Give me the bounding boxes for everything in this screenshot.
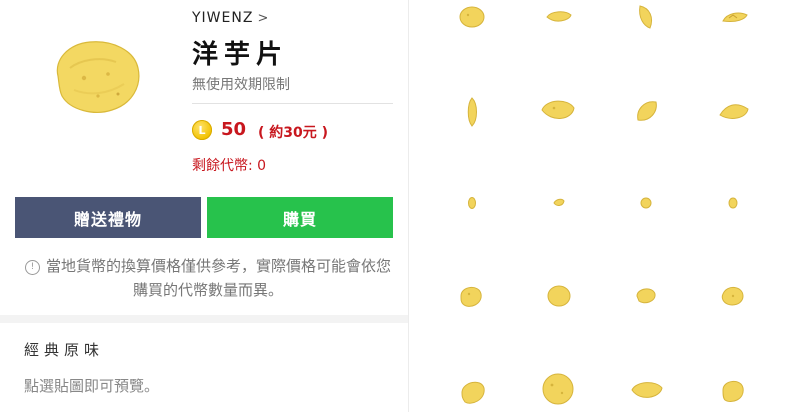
sticker-chip-20[interactable] bbox=[719, 376, 747, 406]
sticker-grid bbox=[409, 0, 800, 412]
sticker-chip-4[interactable] bbox=[721, 9, 749, 25]
title-divider bbox=[192, 103, 393, 104]
sticker-chip-15[interactable] bbox=[634, 284, 658, 306]
product-title: 洋芋片 bbox=[192, 40, 289, 70]
creator-name: YIWENZ bbox=[192, 10, 254, 26]
info-icon: ! bbox=[24, 260, 40, 275]
coin-icon: L bbox=[192, 120, 212, 140]
price-approx: ( 約30元 ) bbox=[258, 125, 329, 141]
sticker-chip-13[interactable] bbox=[457, 282, 485, 310]
remaining-coins: 剩餘代幣: 0 bbox=[192, 158, 267, 174]
sticker-chip-9[interactable] bbox=[467, 196, 477, 210]
sticker-chip-2[interactable] bbox=[545, 9, 573, 25]
sticker-chip-6[interactable] bbox=[540, 96, 576, 124]
creator-link[interactable]: YIWENZ > bbox=[192, 10, 269, 26]
price-value: 50 bbox=[221, 119, 247, 140]
sticker-chip-12[interactable] bbox=[727, 196, 739, 210]
product-panel: YIWENZ > 洋芋片 無使用效期限制 L 50 ( 約30元 ) 剩餘代幣: … bbox=[0, 0, 408, 412]
chevron-right-icon: > bbox=[257, 11, 270, 26]
sticker-chip-17[interactable] bbox=[459, 376, 487, 408]
product-thumbnail-chip bbox=[50, 38, 142, 116]
sticker-chip-16[interactable] bbox=[719, 282, 747, 310]
sticker-chip-8[interactable] bbox=[718, 99, 752, 123]
preview-hint: 點選貼圖即可預覽。 bbox=[24, 377, 160, 395]
sticker-chip-7[interactable] bbox=[634, 98, 660, 124]
sticker-chip-14[interactable] bbox=[546, 284, 572, 308]
validity-text: 無使用效期限制 bbox=[192, 77, 290, 93]
section-separator bbox=[0, 315, 408, 323]
section-title: 經典原味 bbox=[24, 341, 105, 359]
sticker-chip-5[interactable] bbox=[464, 96, 480, 128]
currency-notice: ! 當地貨幣的換算價格僅供參考，實際價格可能會依您購買的代幣數量而異。 bbox=[22, 254, 394, 302]
currency-notice-text: 當地貨幣的換算價格僅供參考，實際價格可能會依您購買的代幣數量而異。 bbox=[45, 257, 391, 299]
sticker-chip-11[interactable] bbox=[639, 196, 653, 210]
buy-button[interactable]: 購買 bbox=[207, 197, 393, 238]
sticker-chip-1[interactable] bbox=[458, 5, 486, 29]
sticker-chip-10[interactable] bbox=[552, 197, 566, 209]
sticker-chip-18[interactable] bbox=[540, 371, 576, 407]
sticker-chip-19[interactable] bbox=[630, 378, 664, 404]
sticker-chip-3[interactable] bbox=[636, 4, 656, 30]
gift-button[interactable]: 贈送禮物 bbox=[15, 197, 201, 238]
